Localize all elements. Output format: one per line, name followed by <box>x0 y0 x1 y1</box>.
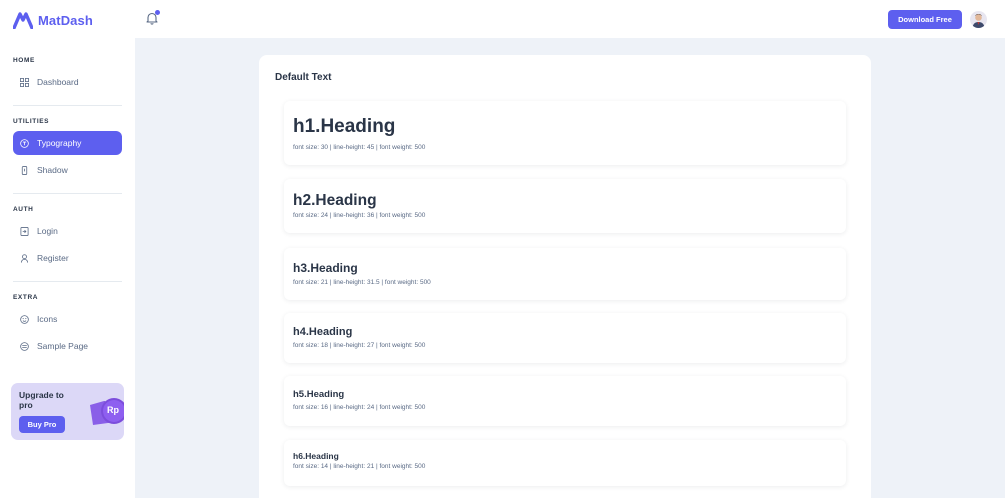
sidebar-item-label: Shadow <box>37 165 68 175</box>
typography-icon <box>20 138 29 148</box>
heading-meta: font size: 18 | line-height: 27 | font w… <box>293 342 426 349</box>
avatar-person-icon <box>972 14 985 28</box>
login-icon <box>20 226 29 236</box>
section-title-auth: AUTH <box>13 206 34 213</box>
heading-meta: font size: 24 | line-height: 36 | font w… <box>293 212 426 219</box>
download-free-button[interactable]: Download Free <box>888 10 962 29</box>
upgrade-promo-card: Upgrade to pro Buy Pro Rp <box>11 383 124 440</box>
heading-meta: font size: 16 | line-height: 24 | font w… <box>293 404 426 411</box>
card-title: Default Text <box>275 72 332 83</box>
heading-meta: font size: 30 | line-height: 45 | font w… <box>293 144 426 151</box>
heading-label: h5.Heading <box>293 389 345 400</box>
sidebar-item-dashboard[interactable]: Dashboard <box>13 70 122 94</box>
section-title-utilities: UTILITIES <box>13 118 50 125</box>
buy-pro-button[interactable]: Buy Pro <box>19 416 65 433</box>
shadow-icon <box>21 165 28 175</box>
promo-title: Upgrade to pro <box>19 390 64 410</box>
heading-sample-h5: h5.Heading font size: 16 | line-height: … <box>284 376 846 426</box>
sidebar-item-label: Sample Page <box>37 341 89 351</box>
heading-sample-h3: h3.Heading font size: 21 | line-height: … <box>284 248 846 300</box>
heading-label: h3.Heading <box>293 261 358 275</box>
sidebar-item-label: Register <box>37 253 69 263</box>
user-avatar[interactable] <box>970 11 987 28</box>
sidebar-divider <box>13 193 122 194</box>
heading-sample-h2: h2.Heading font size: 24 | line-height: … <box>284 179 846 233</box>
matdash-logo-icon <box>13 12 33 29</box>
register-icon <box>20 253 29 263</box>
sidebar-item-register[interactable]: Register <box>13 246 122 270</box>
brand-name: MatDash <box>38 12 93 28</box>
notification-dot <box>155 10 160 15</box>
heading-label: h1.Heading <box>293 116 396 137</box>
dashboard-icon <box>20 77 29 87</box>
sidebar-divider <box>13 105 122 106</box>
heading-sample-h4: h4.Heading font size: 18 | line-height: … <box>284 313 846 363</box>
heading-label: h4.Heading <box>293 326 353 338</box>
sidebar-divider <box>13 281 122 282</box>
sidebar-item-icons[interactable]: Icons <box>13 307 122 331</box>
sidebar-item-label: Dashboard <box>37 77 79 87</box>
sidebar-item-label: Icons <box>37 314 58 324</box>
promo-badge-text: Rp <box>107 405 119 415</box>
sidebar-item-label: Login <box>37 226 58 236</box>
brand-logo[interactable]: MatDash <box>13 11 93 29</box>
sidebar-item-label: Typography <box>37 138 82 148</box>
heading-sample-h6: h6.Heading font size: 14 | line-height: … <box>284 440 846 486</box>
heading-meta: font size: 14 | line-height: 21 | font w… <box>293 463 426 470</box>
sample-page-icon <box>20 341 29 351</box>
section-title-extra: EXTRA <box>13 294 39 301</box>
sidebar-item-typography[interactable]: Typography <box>13 131 122 155</box>
sidebar: HOME Dashboard UTILITIES Typography Shad… <box>0 38 135 498</box>
top-header: MatDash Download Free <box>0 0 1005 38</box>
heading-meta: font size: 21 | line-height: 31.5 | font… <box>293 279 431 286</box>
heading-sample-h1: h1.Heading font size: 30 | line-height: … <box>284 101 846 165</box>
heading-label: h2.Heading <box>293 192 377 209</box>
sidebar-item-shadow[interactable]: Shadow <box>13 158 122 182</box>
sidebar-item-sample-page[interactable]: Sample Page <box>13 334 122 358</box>
icons-icon <box>20 314 29 324</box>
sidebar-item-login[interactable]: Login <box>13 219 122 243</box>
typography-card: Default Text h1.Heading font size: 30 | … <box>259 55 871 498</box>
section-title-home: HOME <box>13 57 35 64</box>
heading-label: h6.Heading <box>293 451 339 461</box>
